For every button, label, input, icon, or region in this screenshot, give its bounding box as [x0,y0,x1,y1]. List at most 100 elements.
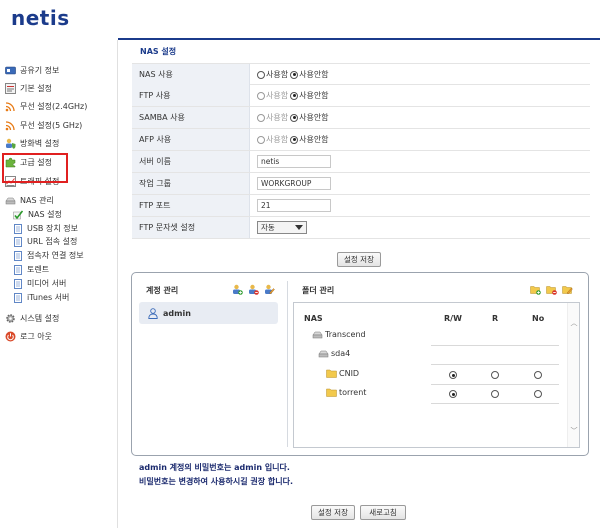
sidebar-item-logout[interactable]: 로그 아웃 [5,328,52,344]
radio-label: 사용함 [266,70,289,79]
sidebar-item-nas[interactable]: NAS 관리 [5,192,54,208]
col-header-no: No [532,314,545,323]
sidebar-subitem-label: 토렌트 [27,265,50,274]
tree-node-label: torrent [339,388,367,397]
sidebar-subitem-label: iTunes 서버 [27,293,70,302]
torrent-no-radio[interactable] [534,390,542,398]
document-icon [14,223,22,234]
check-icon [13,210,23,219]
radio-dot[interactable] [290,113,299,122]
sidebar-subitem-nas-settings[interactable]: NAS 설정 [13,208,62,221]
tree-row-cnid[interactable]: CNID [294,366,559,385]
tree-row-torrent[interactable]: torrent [294,385,559,404]
radio-label: 사용안함 [299,91,329,100]
radio-dot[interactable] [290,70,299,79]
netis-logo[interactable]: netis [11,6,70,30]
row-separator [431,364,559,365]
radio-dot[interactable] [290,135,299,144]
sidebar-subitem-itunes-server[interactable]: iTunes 서버 [14,291,69,304]
samba-use-off-radio[interactable]: 사용안함 [290,112,329,123]
col-header-r: R [492,314,499,323]
sidebar-subitem-label: URL 접속 설정 [27,237,78,246]
radio-dot[interactable] [257,135,265,144]
sidebar-item-label: 무선 설정(2.4GHz) [20,101,88,111]
sidebar-item-wireless-24[interactable]: 무선 설정(2.4GHz) [5,98,87,114]
sidebar-subitem-connection-info[interactable]: 접속자 연결 정보 [14,249,84,262]
sidebar-item-label: 시스템 설정 [20,313,60,323]
sidebar-item-label: 공유기 정보 [20,65,60,75]
chevron-down-icon [295,225,303,230]
remove-user-icon[interactable] [248,284,259,295]
sidebar-subitem-media-server[interactable]: 미디어 서버 [14,277,66,290]
sidebar-item-label: 방화벽 설정 [20,138,60,148]
sidebar-subitem-label: NAS 설정 [28,210,62,219]
header-divider [118,38,600,40]
nas-menu-highlight [2,153,68,183]
tree-node-label: sda4 [331,349,351,358]
sidebar-item-system[interactable]: 시스템 설정 [5,310,59,326]
ftp-use-on-radio[interactable]: 사용함 [257,90,288,101]
scroll-down-icon[interactable]: ﹀ [570,427,578,435]
password-note-1: admin 계정의 비밀번호는 admin 입니다. [139,463,290,472]
folder-icon [326,388,337,397]
sidebar-item-basic-settings[interactable]: 기본 설정 [5,80,52,96]
sidebar-subitem-label: 미디어 서버 [27,279,67,288]
ftp-charset-select[interactable]: 자동 [257,221,307,234]
cnid-rw-radio[interactable] [449,371,457,379]
torrent-r-radio[interactable] [491,390,499,398]
row-label: 작업 그룹 [132,173,250,194]
radio-dot[interactable] [290,91,299,100]
torrent-rw-radio[interactable] [449,390,457,398]
sidebar-item-firewall[interactable]: 방화벽 설정 [5,135,59,151]
footer-save-button[interactable]: 설정 저장 [311,505,355,520]
ftp-use-off-radio[interactable]: 사용안함 [290,90,329,101]
afp-use-on-radio[interactable]: 사용함 [257,134,288,145]
cnid-r-radio[interactable] [491,371,499,379]
sidebar-item-router-info[interactable]: 공유기 정보 [5,62,59,78]
radio-label: 사용함 [266,91,289,100]
workgroup-input[interactable]: WORKGROUP [257,177,331,190]
nas-use-off-radio[interactable]: 사용안함 [290,69,329,80]
col-header-nas: NAS [304,314,323,323]
radio-dot[interactable] [257,91,265,100]
sidebar-subitem-usb-info[interactable]: USB 장치 정보 [14,222,78,235]
row-afp-use: AFP 사용 사용함 사용안함 [132,129,590,151]
user-name: admin [163,308,191,318]
row-server-name: 서버 이름 netis [132,151,590,173]
radio-label: 사용함 [266,135,289,144]
sidebar-subitem-torrent[interactable]: 토렌트 [14,263,49,276]
sidebar-item-label: 무선 설정(5 GHz) [20,120,83,130]
user-list-item[interactable]: admin [139,302,278,324]
row-nas-use: NAS 사용 사용함 사용안함 [132,63,590,85]
nas-drive-icon [5,197,16,204]
sidebar-item-wireless-5[interactable]: 무선 설정(5 GHz) [5,117,82,133]
tree-node-label: Transcend [325,330,366,339]
folder-tree-scrollbar[interactable]: ︿ ﹀ [567,303,579,447]
tree-row-sda4[interactable]: sda4 [294,346,559,365]
radio-dot[interactable] [257,70,265,79]
afp-use-off-radio[interactable]: 사용안함 [290,134,329,145]
samba-use-on-radio[interactable]: 사용함 [257,112,288,123]
cnid-no-radio[interactable] [534,371,542,379]
tree-row-transcend[interactable]: Transcend [294,327,559,346]
remove-folder-icon[interactable] [546,284,557,295]
radio-label: 사용안함 [299,135,329,144]
row-label: NAS 사용 [132,64,250,85]
row-label: FTP 사용 [132,85,250,106]
document-icon [14,236,22,247]
scroll-up-icon[interactable]: ︿ [570,319,578,327]
server-name-input[interactable]: netis [257,155,331,168]
edit-folder-icon[interactable] [562,284,573,295]
edit-user-icon[interactable] [264,284,275,295]
document-icon [14,292,22,303]
nas-use-on-radio[interactable]: 사용함 [257,69,288,80]
save-settings-button[interactable]: 설정 저장 [337,252,381,267]
sidebar-subitem-url-access[interactable]: URL 접속 설정 [14,235,77,248]
row-label: 서버 이름 [132,151,250,172]
radio-dot[interactable] [257,113,265,122]
add-folder-icon[interactable] [530,284,541,295]
refresh-button[interactable]: 새로고침 [360,505,406,520]
add-user-icon[interactable] [232,284,243,295]
ftp-port-input[interactable]: 21 [257,199,331,212]
sidebar-item-label: 로그 아웃 [20,331,52,341]
